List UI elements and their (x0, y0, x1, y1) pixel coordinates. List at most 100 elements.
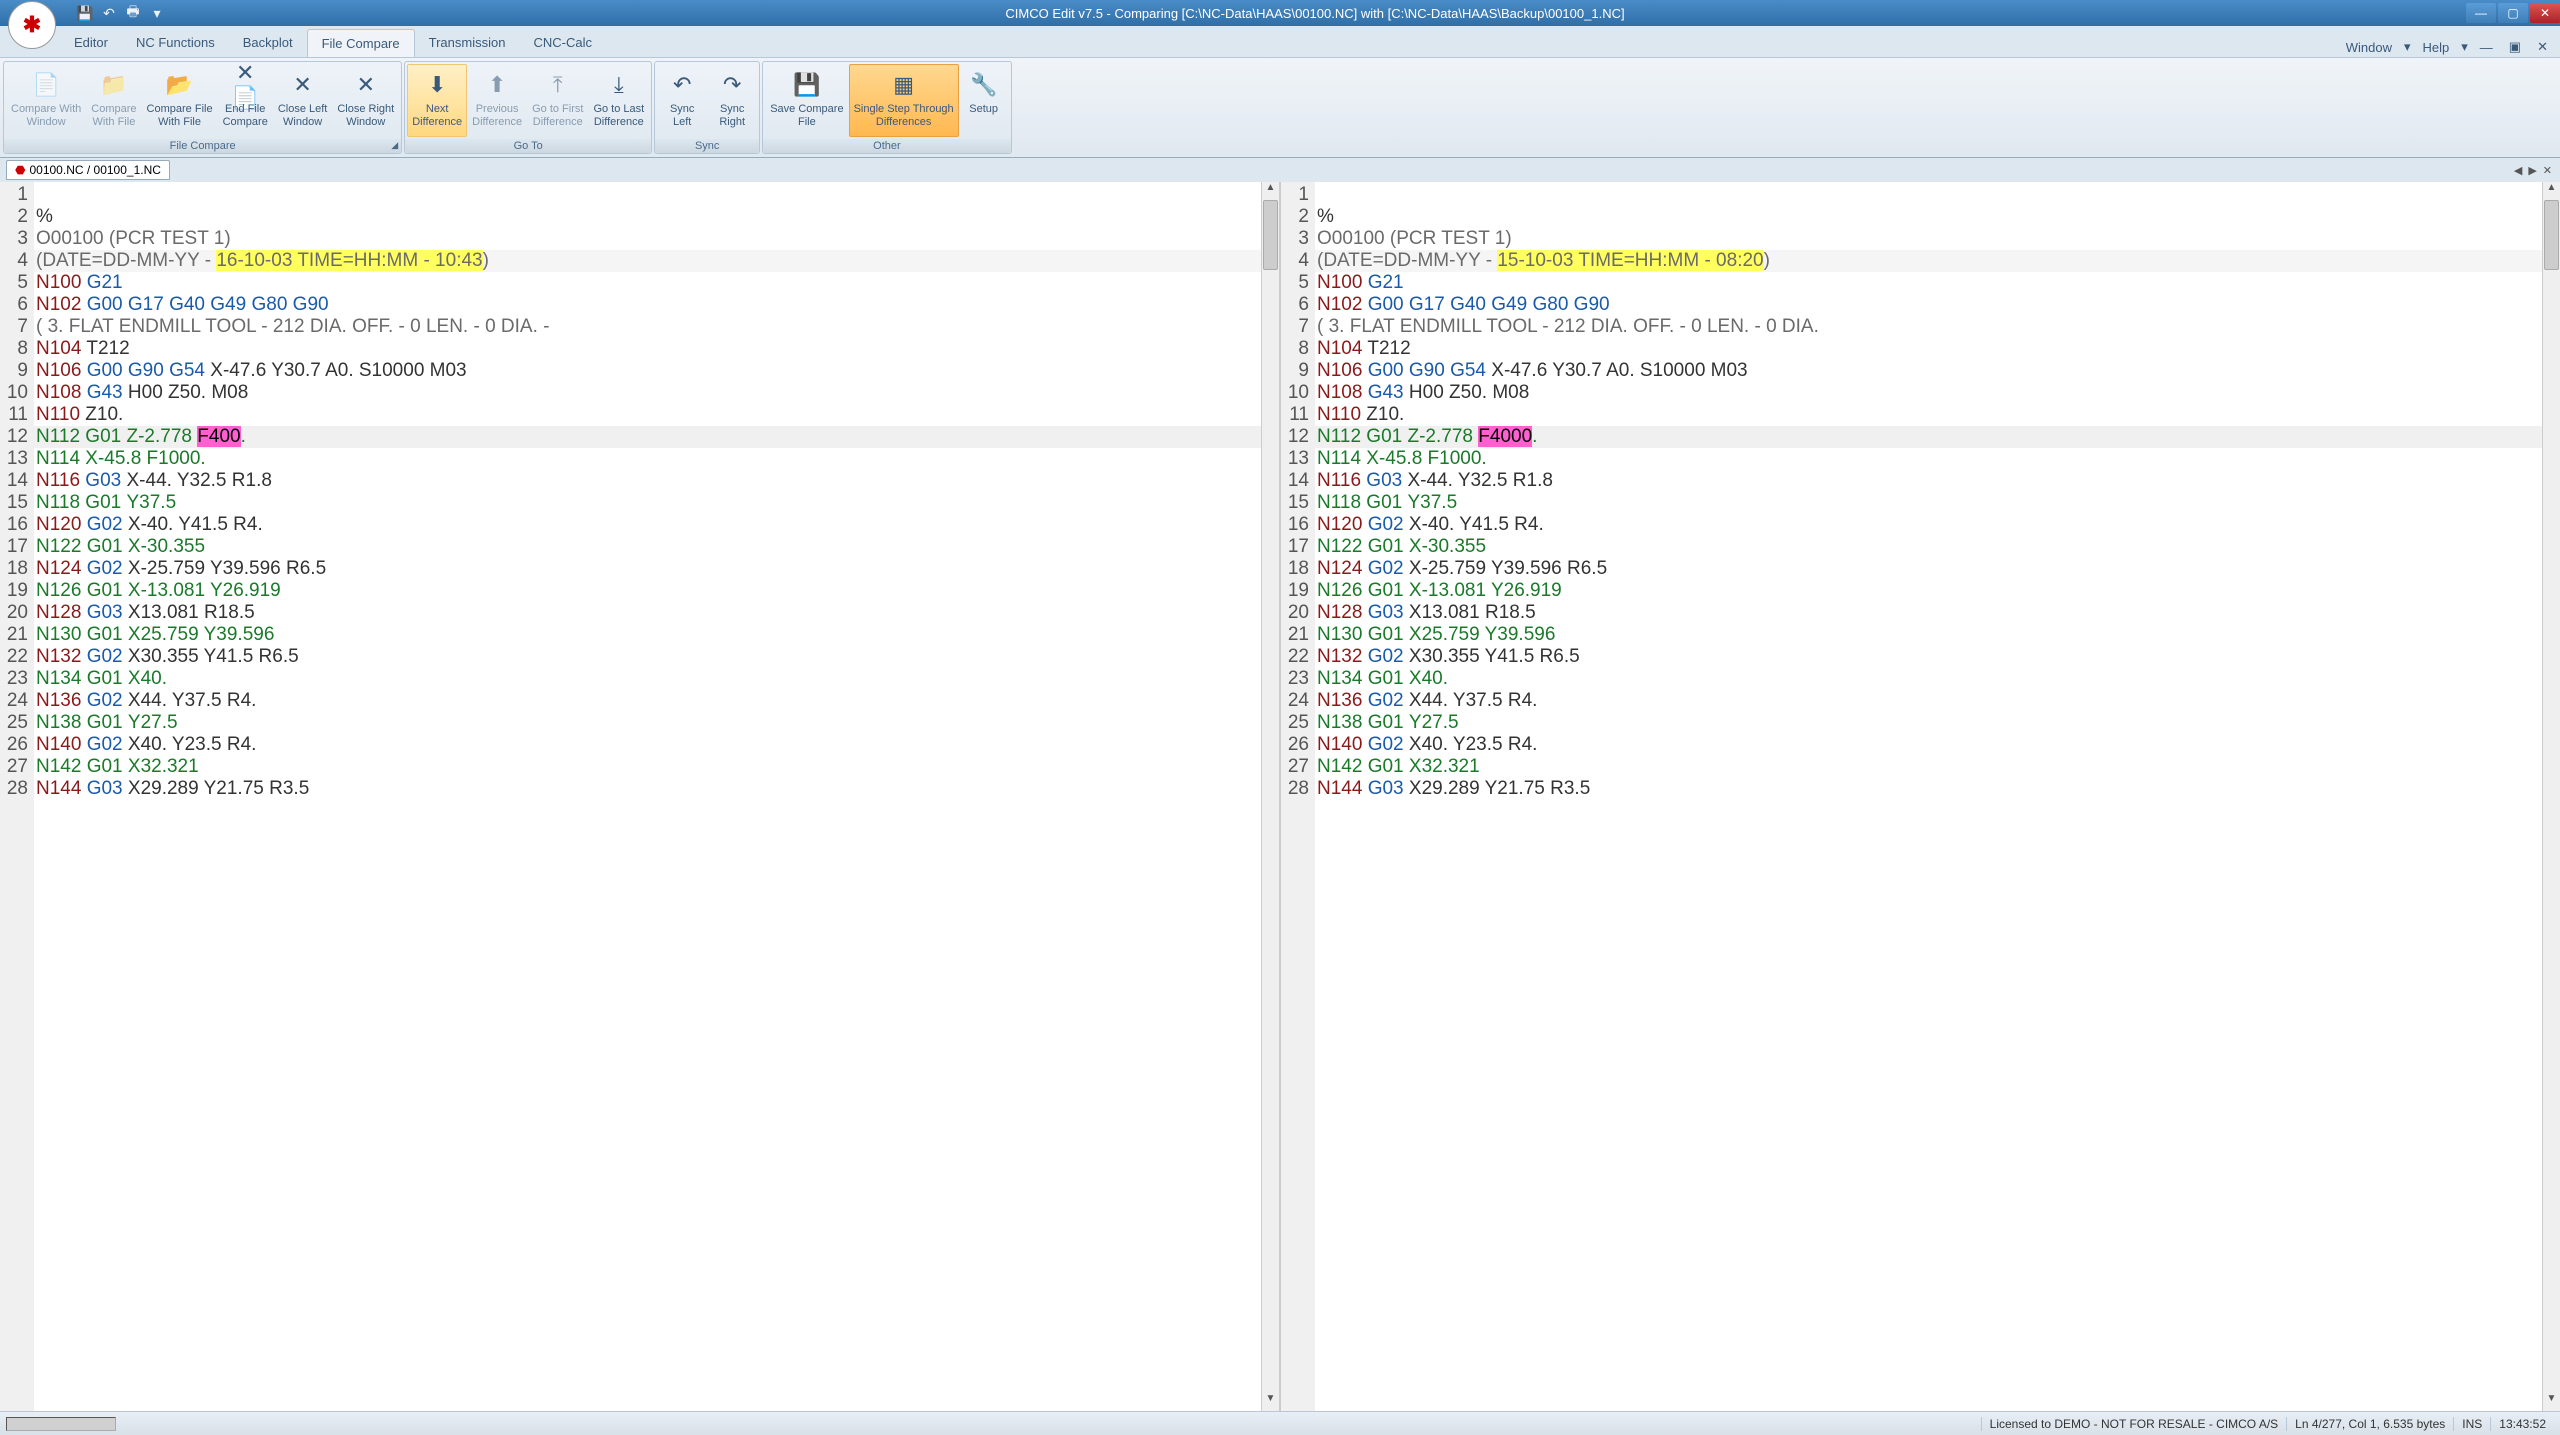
sync-left-button[interactable]: ↶SyncLeft (657, 64, 707, 137)
print-icon[interactable]: 🖶 (124, 4, 142, 22)
minimize-button[interactable]: — (2466, 3, 2496, 23)
left-code[interactable]: %O00100 (PCR TEST 1)(DATE=DD-MM-YY - 16-… (34, 182, 1261, 1411)
code-line[interactable]: N100 G21 (34, 272, 1261, 294)
code-line[interactable]: N112 G01 Z-2.778 F400. (34, 426, 1261, 448)
code-line[interactable]: N114 X-45.8 F1000. (34, 448, 1261, 470)
code-line[interactable]: N122 G01 X-30.355 (34, 536, 1261, 558)
code-line[interactable]: N136 G02 X44. Y37.5 R4. (1315, 690, 2542, 712)
go-to-last-difference-button[interactable]: ⤓Go to LastDifference (588, 64, 649, 137)
scroll-thumb[interactable] (1263, 200, 1278, 270)
code-line[interactable]: N134 G01 X40. (34, 668, 1261, 690)
code-line[interactable]: N122 G01 X-30.355 (1315, 536, 2542, 558)
code-line[interactable]: N106 G00 G90 G54 X-47.6 Y30.7 A0. S10000… (1315, 360, 2542, 382)
qat-dropdown-icon[interactable]: ▾ (148, 4, 166, 22)
code-line[interactable]: N110 Z10. (1315, 404, 2542, 426)
close-left-window-button[interactable]: ✕Close LeftWindow (273, 64, 333, 137)
save-icon[interactable]: 💾 (76, 4, 94, 22)
close-child-icon[interactable]: ✕ (2533, 37, 2552, 57)
code-line[interactable]: N136 G02 X44. Y37.5 R4. (34, 690, 1261, 712)
undo-icon[interactable]: ↶ (100, 4, 118, 22)
code-line[interactable]: N124 G02 X-25.759 Y39.596 R6.5 (34, 558, 1261, 580)
code-line[interactable]: N106 G00 G90 G54 X-47.6 Y30.7 A0. S10000… (34, 360, 1261, 382)
menu-tab-cnc-calc[interactable]: CNC-Calc (519, 29, 606, 57)
menu-tab-backplot[interactable]: Backplot (229, 29, 307, 57)
tab-next-icon[interactable]: ▶ (2526, 164, 2538, 177)
code-line[interactable]: N138 G01 Y27.5 (34, 712, 1261, 734)
code-line[interactable]: N128 G03 X13.081 R18.5 (1315, 602, 2542, 624)
sync-right-button[interactable]: ↷SyncRight (707, 64, 757, 137)
compare-file-with-file-button[interactable]: 📂Compare FileWith File (142, 64, 218, 137)
scroll-down-icon[interactable]: ▼ (2543, 1393, 2560, 1411)
close-button[interactable]: ✕ (2530, 3, 2560, 23)
setup-button[interactable]: 🔧Setup (959, 64, 1009, 137)
code-line[interactable]: N124 G02 X-25.759 Y39.596 R6.5 (1315, 558, 2542, 580)
code-line[interactable]: (DATE=DD-MM-YY - 16-10-03 TIME=HH:MM - 1… (34, 250, 1261, 272)
document-tab[interactable]: ⬣ 00100.NC / 00100_1.NC (6, 160, 170, 180)
code-line[interactable]: N138 G01 Y27.5 (1315, 712, 2542, 734)
tab-prev-icon[interactable]: ◀ (2512, 164, 2524, 177)
code-line[interactable]: N130 G01 X25.759 Y39.596 (34, 624, 1261, 646)
scroll-down-icon[interactable]: ▼ (1262, 1393, 1279, 1411)
code-line[interactable]: N100 G21 (1315, 272, 2542, 294)
dialog-launcher-icon[interactable]: ◢ (391, 140, 398, 151)
maximize-button[interactable]: ▢ (2498, 3, 2528, 23)
code-line[interactable]: N112 G01 Z-2.778 F4000. (1315, 426, 2542, 448)
code-line[interactable]: N128 G03 X13.081 R18.5 (34, 602, 1261, 624)
code-line[interactable]: N118 G01 Y37.5 (34, 492, 1261, 514)
code-line[interactable]: N108 G43 H00 Z50. M08 (1315, 382, 2542, 404)
minimize-ribbon-icon[interactable]: — (2476, 38, 2497, 57)
code-line[interactable]: N126 G01 X-13.081 Y26.919 (1315, 580, 2542, 602)
menu-tab-file-compare[interactable]: File Compare (307, 29, 415, 57)
code-line[interactable]: N132 G02 X30.355 Y41.5 R6.5 (1315, 646, 2542, 668)
scroll-up-icon[interactable]: ▲ (1262, 182, 1279, 200)
next-difference-button[interactable]: ⬇NextDifference (407, 64, 467, 137)
menu-tab-nc-functions[interactable]: NC Functions (122, 29, 229, 57)
code-line[interactable]: N102 G00 G17 G40 G49 G80 G90 (34, 294, 1261, 316)
code-line[interactable]: N134 G01 X40. (1315, 668, 2542, 690)
code-line[interactable]: N126 G01 X-13.081 Y26.919 (34, 580, 1261, 602)
code-line[interactable]: ( 3. FLAT ENDMILL TOOL - 212 DIA. OFF. -… (1315, 316, 2542, 338)
tab-close-icon[interactable]: ✕ (2541, 164, 2554, 177)
code-line[interactable]: N142 G01 X32.321 (1315, 756, 2542, 778)
scroll-thumb[interactable] (2544, 200, 2559, 270)
code-line[interactable]: N104 T212 (34, 338, 1261, 360)
code-line[interactable]: N102 G00 G17 G40 G49 G80 G90 (1315, 294, 2542, 316)
code-line[interactable]: N130 G01 X25.759 Y39.596 (1315, 624, 2542, 646)
code-line[interactable]: N132 G02 X30.355 Y41.5 R6.5 (34, 646, 1261, 668)
code-line[interactable]: N144 G03 X29.289 Y21.75 R3.5 (1315, 778, 2542, 800)
left-scrollbar[interactable]: ▲ ▼ (1261, 182, 1279, 1411)
close-right-window-button[interactable]: ✕Close RightWindow (332, 64, 399, 137)
single-step-through-differences-button[interactable]: ▦Single Step ThroughDifferences (849, 64, 959, 137)
right-scrollbar[interactable]: ▲ ▼ (2542, 182, 2560, 1411)
code-line[interactable]: N120 G02 X-40. Y41.5 R4. (1315, 514, 2542, 536)
save-compare-file-button[interactable]: 💾Save CompareFile (765, 64, 848, 137)
code-line[interactable]: N110 Z10. (34, 404, 1261, 426)
code-line[interactable]: N140 G02 X40. Y23.5 R4. (1315, 734, 2542, 756)
code-line[interactable]: N116 G03 X-44. Y32.5 R1.8 (34, 470, 1261, 492)
code-line[interactable] (34, 184, 1261, 206)
code-line[interactable]: O00100 (PCR TEST 1) (34, 228, 1261, 250)
code-line[interactable]: (DATE=DD-MM-YY - 15-10-03 TIME=HH:MM - 0… (1315, 250, 2542, 272)
code-line[interactable]: N118 G01 Y37.5 (1315, 492, 2542, 514)
code-line[interactable]: N142 G01 X32.321 (34, 756, 1261, 778)
right-code[interactable]: %O00100 (PCR TEST 1)(DATE=DD-MM-YY - 15-… (1315, 182, 2542, 1411)
help-menu[interactable]: Help (2419, 38, 2454, 57)
code-line[interactable]: N140 G02 X40. Y23.5 R4. (34, 734, 1261, 756)
code-line[interactable]: O00100 (PCR TEST 1) (1315, 228, 2542, 250)
code-line[interactable]: N108 G43 H00 Z50. M08 (34, 382, 1261, 404)
code-line[interactable]: N104 T212 (1315, 338, 2542, 360)
window-menu[interactable]: Window (2342, 38, 2396, 57)
code-line[interactable]: % (1315, 206, 2542, 228)
code-line[interactable]: N120 G02 X-40. Y41.5 R4. (34, 514, 1261, 536)
end-file-compare-button[interactable]: ✕📄End FileCompare (218, 64, 273, 137)
code-line[interactable]: % (34, 206, 1261, 228)
restore-child-icon[interactable]: ▣ (2505, 37, 2525, 57)
scroll-up-icon[interactable]: ▲ (2543, 182, 2560, 200)
app-logo[interactable]: ✱ (8, 1, 56, 49)
menu-tab-transmission[interactable]: Transmission (415, 29, 520, 57)
code-line[interactable]: N144 G03 X29.289 Y21.75 R3.5 (34, 778, 1261, 800)
menu-tab-editor[interactable]: Editor (60, 29, 122, 57)
code-line[interactable] (1315, 184, 2542, 206)
code-line[interactable]: N114 X-45.8 F1000. (1315, 448, 2542, 470)
code-line[interactable]: N116 G03 X-44. Y32.5 R1.8 (1315, 470, 2542, 492)
